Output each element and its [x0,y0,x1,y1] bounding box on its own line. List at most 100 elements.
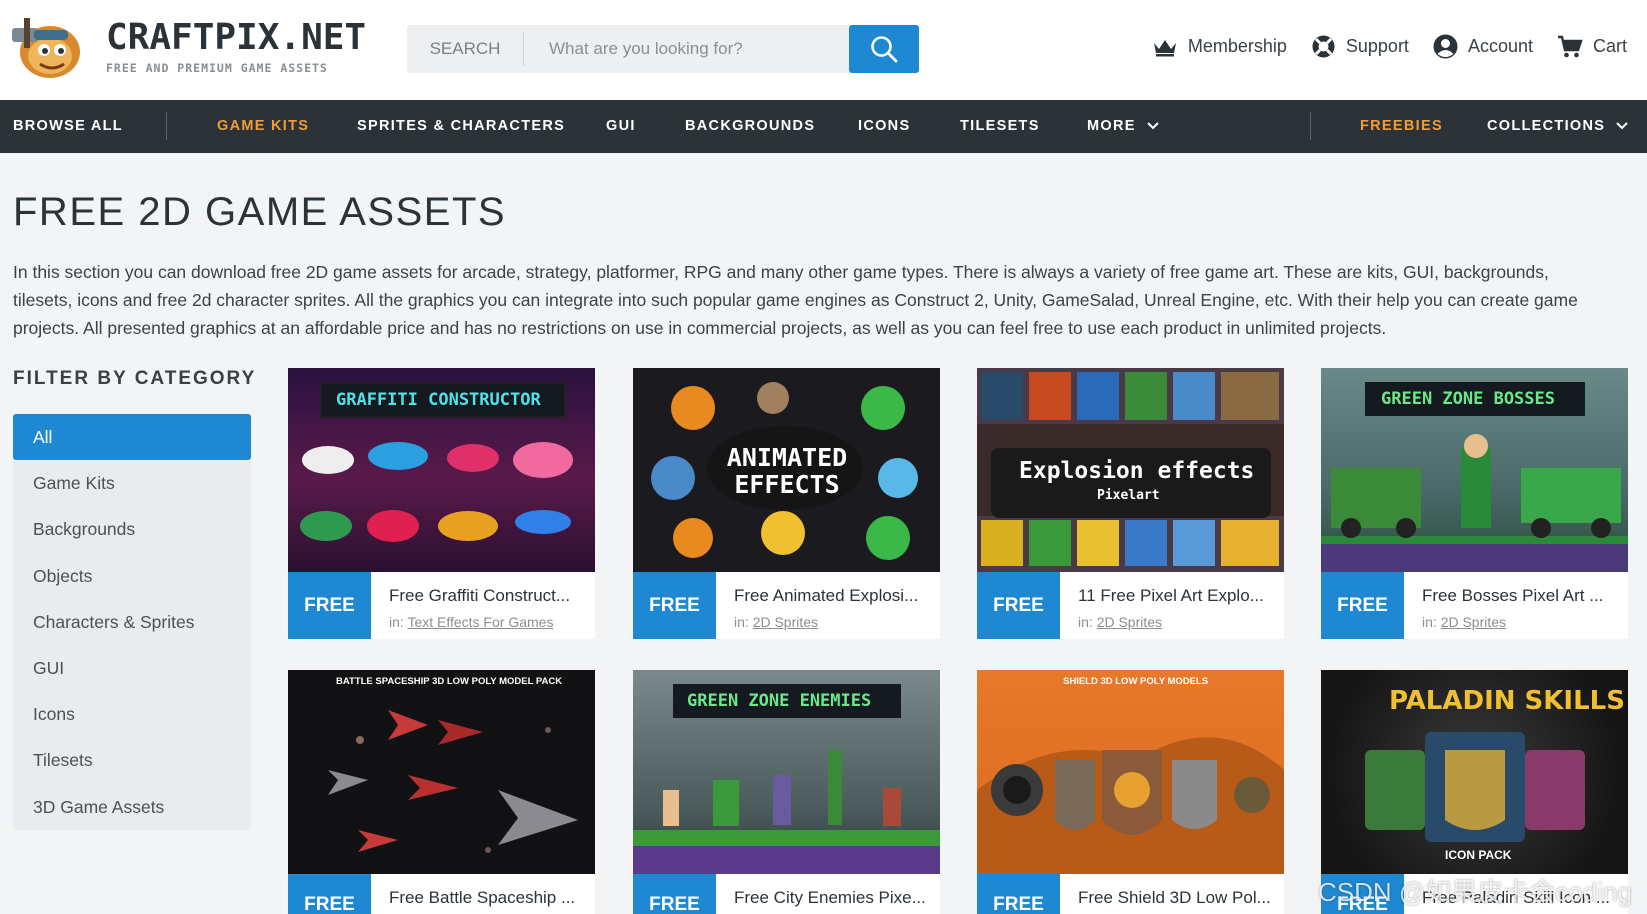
thumb-title: SHIELD 3D LOW POLY MODELS [1063,676,1209,687]
nav-collections-label: COLLECTIONS [1487,118,1606,134]
product-card[interactable]: GREEN ZONE BOSSES FREE Free Bosses Pixel… [1321,368,1628,639]
product-title[interactable]: Free City Enemies Pixe... [734,888,934,908]
product-title[interactable]: Free Animated Explosi... [734,586,934,606]
support-link[interactable]: Support [1311,34,1409,59]
nav-freebies[interactable]: FREEBIES [1360,118,1443,134]
thumb-title: GREEN ZONE ENEMIES [687,691,872,711]
free-badge[interactable]: FREE [1321,572,1404,639]
main-navigation: BROWSE ALL GAME KITS SPRITES & CHARACTER… [0,100,1647,153]
product-title[interactable]: 11 Free Pixel Art Explo... [1078,586,1278,606]
product-category: in: 2D Sprites [1078,614,1162,630]
category-link[interactable]: 2D Sprites [1097,614,1162,630]
product-title[interactable]: Free Graffiti Construct... [389,586,589,606]
thumb-title: ANIMATED EFFECTS [726,443,848,499]
product-card[interactable]: GREEN ZONE ENEMIES FREE Free City Enemie… [633,670,940,914]
nav-more-label: MORE [1087,118,1136,134]
filter-item-tilesets[interactable]: Tilesets [13,737,251,783]
lifebuoy-icon [1312,35,1335,58]
nav-more[interactable]: MORE [1087,118,1160,134]
shields-icon [977,737,1284,874]
nav-icons[interactable]: ICONS [858,118,910,134]
product-thumbnail[interactable]: GREEN ZONE ENEMIES [633,670,940,874]
search-label: SEARCH [407,32,524,66]
chevron-down-icon [1616,122,1628,130]
category-link[interactable]: 2D Sprites [753,614,818,630]
free-badge[interactable]: FREE [977,572,1060,639]
product-thumbnail[interactable]: ANIMATED EFFECTS [633,368,940,572]
product-category: in: 2D Sprites [734,614,818,630]
product-card[interactable]: ANIMATED EFFECTS FREE Free Animated Expl… [633,368,940,639]
product-card[interactable]: SHIELD 3D LOW POLY MODELS FREE Free Shie… [977,670,1284,914]
search-button[interactable] [849,25,919,73]
spaceships-icon [328,710,578,853]
category-prefix: in: [1078,614,1093,630]
category-prefix: in: [734,614,749,630]
nav-gui[interactable]: GUI [606,118,636,134]
product-card[interactable]: BATTLE SPACESHIP 3D LOW POLY MODEL PACK … [288,670,595,914]
filter-item-icons[interactable]: Icons [13,691,251,737]
filter-item-characters-sprites[interactable]: Characters & Sprites [13,599,251,645]
product-card[interactable]: GRAFFITI CONSTRUCTOR FREE Free Graffiti … [288,368,595,639]
thumb-title: GREEN ZONE BOSSES [1381,389,1555,409]
product-title[interactable]: Free Bosses Pixel Art ... [1422,586,1622,606]
product-title[interactable]: Free Battle Spaceship ... [389,888,589,908]
crown-icon [1153,39,1176,56]
support-label: Support [1345,36,1409,56]
product-thumbnail[interactable]: GRAFFITI CONSTRUCTOR [288,368,595,572]
thumb-title: BATTLE SPACESHIP 3D LOW POLY MODEL PACK [336,676,563,687]
free-badge[interactable]: FREE [633,874,716,914]
cart-label: Cart [1592,36,1627,56]
thumb-subtitle: ICON PACK [1445,848,1512,862]
free-badge[interactable]: FREE [288,572,371,639]
cart-icon [1557,35,1583,57]
account-label: Account [1467,36,1533,56]
intro-paragraph: In this section you can download free 2D… [13,262,1578,338]
search-icon [871,36,898,63]
product-thumbnail[interactable]: GREEN ZONE BOSSES [1321,368,1628,572]
category-link[interactable]: 2D Sprites [1441,614,1506,630]
graffiti-art-icon [300,442,573,542]
filter-item-3d-game-assets[interactable]: 3D Game Assets [13,784,251,830]
site-header: CRAFTPIX.NET FREE AND PREMIUM GAME ASSET… [0,0,1647,100]
cart-link[interactable]: Cart [1557,35,1627,59]
nav-sprites-characters[interactable]: SPRITES & CHARACTERS [357,118,565,134]
free-badge[interactable]: FREE [288,874,371,914]
user-icon [1433,34,1458,59]
product-thumbnail[interactable]: SHIELD 3D LOW POLY MODELS [977,670,1284,874]
page-title: FREE 2D GAME ASSETS [13,190,507,234]
product-thumbnail[interactable]: BATTLE SPACESHIP 3D LOW POLY MODEL PACK [288,670,595,874]
filter-item-gui[interactable]: GUI [13,645,251,691]
nav-divider [1310,112,1311,140]
filter-item-all[interactable]: All [13,414,251,461]
nav-browse-all[interactable]: BROWSE ALL [13,118,123,134]
membership-link[interactable]: Membership [1152,36,1287,57]
category-prefix: in: [389,614,404,630]
product-thumbnail[interactable]: Explosion effects Pixelart [977,368,1284,572]
filter-item-game-kits[interactable]: Game Kits [13,460,251,506]
product-thumbnail[interactable]: PALADIN SKILLS ICON PACK [1321,670,1628,874]
filter-title: FILTER BY CATEGORY [13,368,257,389]
nav-collections[interactable]: COLLECTIONS [1487,118,1629,134]
thumb-title: Explosion effects [1019,458,1255,484]
csdn-watermark: CSDN @如果皮卡会coding [1318,877,1632,907]
nav-divider [166,112,167,140]
logo-subtitle: FREE AND PREMIUM GAME ASSETS [106,61,328,75]
nav-tilesets[interactable]: TILESETS [960,118,1040,134]
nav-game-kits[interactable]: GAME KITS [217,118,309,134]
thumb-title: PALADIN SKILLS [1389,686,1625,716]
filter-item-backgrounds[interactable]: Backgrounds [13,506,251,552]
logo-title: CRAFTPIX.NET [106,17,367,58]
product-title[interactable]: Free Shield 3D Low Pol... [1078,888,1278,908]
site-logo[interactable]: CRAFTPIX.NET FREE AND PREMIUM GAME ASSET… [10,12,366,82]
account-link[interactable]: Account [1433,34,1533,59]
filter-item-objects[interactable]: Objects [13,553,251,599]
product-card[interactable]: Explosion effects Pixelart FREE 11 Free … [977,368,1284,639]
mascot-logo-icon [10,12,86,82]
free-badge[interactable]: FREE [977,874,1060,914]
product-category: in: Text Effects For Games [389,614,553,630]
product-category: in: 2D Sprites [1422,614,1506,630]
category-link[interactable]: Text Effects For Games [407,614,553,630]
category-prefix: in: [1422,614,1437,630]
free-badge[interactable]: FREE [633,572,716,639]
nav-backgrounds[interactable]: BACKGROUNDS [685,118,815,134]
